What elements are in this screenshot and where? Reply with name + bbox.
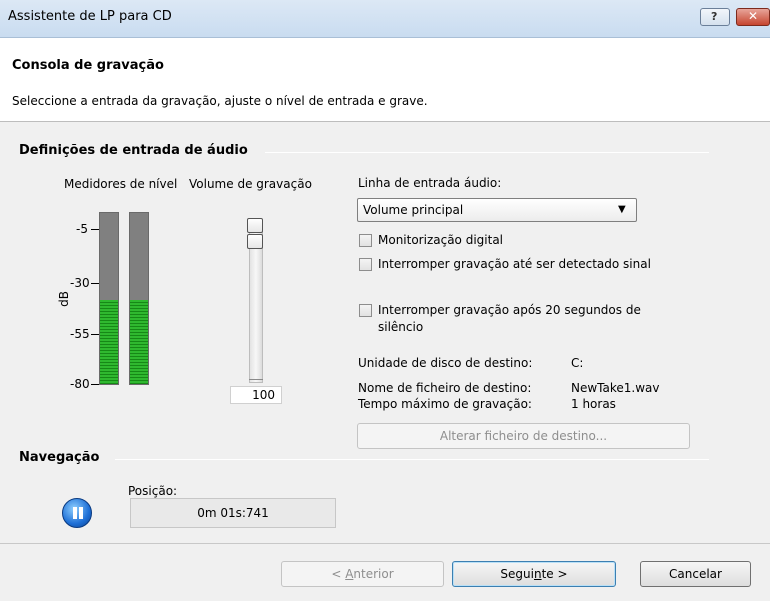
dest-file-label: Nome de ficheiro de destino: xyxy=(358,381,532,395)
db-tick-mark xyxy=(91,384,99,385)
volume-slider-tick xyxy=(249,379,263,380)
max-time-label: Tempo máximo de gravação: xyxy=(358,397,532,411)
back-button-prefix: < xyxy=(331,567,346,581)
close-icon: ✕ xyxy=(748,9,759,23)
volume-slider-thumb[interactable] xyxy=(247,234,263,249)
db-tick-label: -80 xyxy=(70,377,90,391)
dest-drive-label: Unidade de disco de destino: xyxy=(358,356,533,370)
recording-volume-label: Volume de gravação xyxy=(189,177,312,191)
digital-monitoring-checkbox[interactable] xyxy=(359,234,372,247)
close-button[interactable]: ✕ xyxy=(736,8,770,26)
back-button[interactable]: < Anterior xyxy=(281,561,444,587)
change-destination-button[interactable]: Alterar ficheiro de destino... xyxy=(357,423,690,449)
title-bar: Assistente de LP para CD ? ✕ xyxy=(0,0,770,38)
stop-after-silence-label-line2[interactable]: silêncio xyxy=(378,320,423,334)
volume-slider-thumb[interactable] xyxy=(247,218,263,233)
next-button-mnemonic: n xyxy=(533,567,542,581)
cancel-button[interactable]: Cancelar xyxy=(640,561,751,587)
volume-value: 100 xyxy=(230,386,282,404)
digital-monitoring-label[interactable]: Monitorização digital xyxy=(378,233,503,247)
next-button[interactable]: Seguinte > xyxy=(452,561,616,587)
db-tick-mark xyxy=(91,229,99,230)
db-axis-label: dB xyxy=(57,291,71,307)
help-icon: ? xyxy=(711,10,718,23)
level-meters-label: Medidores de nível xyxy=(64,177,178,191)
wait-for-signal-label[interactable]: Interromper gravação até ser detectado s… xyxy=(378,257,651,271)
footer-divider xyxy=(0,543,770,544)
next-button-post: te > xyxy=(541,567,568,581)
page-title: Consola de gravação xyxy=(12,58,164,73)
navigation-section-divider xyxy=(115,459,709,460)
position-label: Posição: xyxy=(128,484,178,498)
input-line-selected-value: Volume principal xyxy=(363,203,464,217)
wait-for-signal-checkbox[interactable] xyxy=(359,258,372,271)
dropdown-arrow-icon: ▼ xyxy=(618,204,626,215)
wizard-header: Consola de gravação Seleccione a entrada… xyxy=(0,38,770,122)
level-meter-fill xyxy=(100,300,118,384)
back-button-rest: nterior xyxy=(353,567,394,581)
audio-section-divider xyxy=(265,152,709,153)
db-tick-label: -30 xyxy=(70,276,90,290)
window-title: Assistente de LP para CD xyxy=(8,9,172,24)
navigation-section-title: Navegação xyxy=(19,450,100,465)
input-line-select[interactable]: Volume principal ▼ xyxy=(357,198,637,222)
db-tick-mark xyxy=(91,283,99,284)
help-button[interactable]: ? xyxy=(700,8,730,26)
position-value: 0m 01s:741 xyxy=(130,498,336,528)
dest-file-value: NewTake1.wav xyxy=(571,381,660,395)
level-meter-fill xyxy=(130,300,148,384)
db-tick-label: -55 xyxy=(70,327,90,341)
db-tick-mark xyxy=(91,334,99,335)
max-time-value: 1 horas xyxy=(571,397,616,411)
input-line-label: Linha de entrada áudio: xyxy=(358,176,502,190)
page-subtitle: Seleccione a entrada da gravação, ajuste… xyxy=(12,94,428,108)
db-tick-label: -5 xyxy=(76,222,88,236)
next-button-pre: Segui xyxy=(500,567,534,581)
level-meter-right xyxy=(129,212,149,385)
dest-drive-value: C: xyxy=(571,356,584,370)
stop-after-silence-label[interactable]: Interromper gravação após 20 segundos de xyxy=(378,303,641,317)
audio-section-title: Definições de entrada de áudio xyxy=(19,143,248,158)
stop-after-silence-checkbox[interactable] xyxy=(359,304,372,317)
level-meter-left xyxy=(99,212,119,385)
pause-icon[interactable] xyxy=(62,498,92,528)
